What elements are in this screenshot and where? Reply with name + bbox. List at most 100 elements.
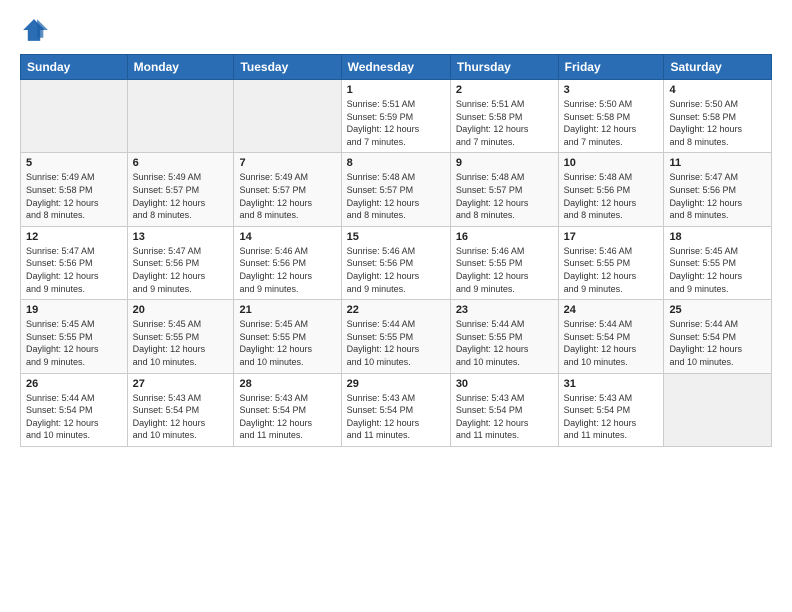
day-info: Sunrise: 5:49 AM Sunset: 5:58 PM Dayligh… [26, 171, 122, 221]
calendar-cell: 7 Sunrise: 5:49 AM Sunset: 5:57 PM Daylig… [234, 153, 341, 226]
calendar-cell: 18 Sunrise: 5:45 AM Sunset: 5:55 PM Dayli… [664, 226, 772, 299]
day-info: Sunrise: 5:50 AM Sunset: 5:58 PM Dayligh… [564, 98, 659, 148]
day-number: 14 [239, 231, 335, 243]
day-number: 20 [133, 304, 229, 316]
day-info: Sunrise: 5:51 AM Sunset: 5:58 PM Dayligh… [456, 98, 553, 148]
day-number: 17 [564, 231, 659, 243]
day-number: 25 [669, 304, 766, 316]
day-info: Sunrise: 5:44 AM Sunset: 5:54 PM Dayligh… [26, 392, 122, 442]
calendar-weekday-sunday: Sunday [21, 55, 128, 80]
day-number: 28 [239, 378, 335, 390]
calendar-week-row: 12 Sunrise: 5:47 AM Sunset: 5:56 PM Dayli… [21, 226, 772, 299]
day-info: Sunrise: 5:48 AM Sunset: 5:56 PM Dayligh… [564, 171, 659, 221]
calendar-header-row: SundayMondayTuesdayWednesdayThursdayFrid… [21, 55, 772, 80]
day-info: Sunrise: 5:46 AM Sunset: 5:56 PM Dayligh… [347, 245, 445, 295]
day-info: Sunrise: 5:43 AM Sunset: 5:54 PM Dayligh… [564, 392, 659, 442]
calendar-cell: 8Sunrise: 5:48 AM Sunset: 5:57 PM Daylig… [341, 153, 450, 226]
calendar-cell: 21 Sunrise: 5:45 AM Sunset: 5:55 PM Dayli… [234, 300, 341, 373]
calendar-cell: 10 Sunrise: 5:48 AM Sunset: 5:56 PM Dayli… [558, 153, 664, 226]
day-info: Sunrise: 5:45 AM Sunset: 5:55 PM Dayligh… [669, 245, 766, 295]
calendar-cell: 29Sunrise: 5:43 AM Sunset: 5:54 PM Dayli… [341, 373, 450, 446]
day-info: Sunrise: 5:43 AM Sunset: 5:54 PM Dayligh… [456, 392, 553, 442]
day-info: Sunrise: 5:46 AM Sunset: 5:56 PM Dayligh… [239, 245, 335, 295]
calendar-cell: 31 Sunrise: 5:43 AM Sunset: 5:54 PM Dayli… [558, 373, 664, 446]
day-info: Sunrise: 5:45 AM Sunset: 5:55 PM Dayligh… [239, 318, 335, 368]
day-number: 10 [564, 157, 659, 169]
day-info: Sunrise: 5:43 AM Sunset: 5:54 PM Dayligh… [347, 392, 445, 442]
calendar-week-row: 5 Sunrise: 5:49 AM Sunset: 5:58 PM Daylig… [21, 153, 772, 226]
day-number: 27 [133, 378, 229, 390]
calendar-cell: 13 Sunrise: 5:47 AM Sunset: 5:56 PM Dayli… [127, 226, 234, 299]
calendar-cell: 4Sunrise: 5:50 AM Sunset: 5:58 PM Daylig… [664, 80, 772, 153]
calendar-weekday-saturday: Saturday [664, 55, 772, 80]
day-info: Sunrise: 5:46 AM Sunset: 5:55 PM Dayligh… [456, 245, 553, 295]
day-number: 6 [133, 157, 229, 169]
day-number: 31 [564, 378, 659, 390]
day-info: Sunrise: 5:47 AM Sunset: 5:56 PM Dayligh… [669, 171, 766, 221]
day-number: 26 [26, 378, 122, 390]
day-info: Sunrise: 5:44 AM Sunset: 5:55 PM Dayligh… [456, 318, 553, 368]
day-number: 15 [347, 231, 445, 243]
calendar-weekday-friday: Friday [558, 55, 664, 80]
day-number: 23 [456, 304, 553, 316]
day-info: Sunrise: 5:44 AM Sunset: 5:54 PM Dayligh… [564, 318, 659, 368]
day-info: Sunrise: 5:47 AM Sunset: 5:56 PM Dayligh… [26, 245, 122, 295]
day-info: Sunrise: 5:49 AM Sunset: 5:57 PM Dayligh… [133, 171, 229, 221]
day-info: Sunrise: 5:44 AM Sunset: 5:54 PM Dayligh… [669, 318, 766, 368]
day-number: 18 [669, 231, 766, 243]
calendar-cell: 11 Sunrise: 5:47 AM Sunset: 5:56 PM Dayli… [664, 153, 772, 226]
calendar-cell: 27 Sunrise: 5:43 AM Sunset: 5:54 PM Dayli… [127, 373, 234, 446]
day-number: 3 [564, 84, 659, 96]
calendar-week-row: 26 Sunrise: 5:44 AM Sunset: 5:54 PM Dayli… [21, 373, 772, 446]
day-info: Sunrise: 5:49 AM Sunset: 5:57 PM Dayligh… [239, 171, 335, 221]
day-number: 21 [239, 304, 335, 316]
day-info: Sunrise: 5:51 AM Sunset: 5:59 PM Dayligh… [347, 98, 445, 148]
calendar-cell: 23 Sunrise: 5:44 AM Sunset: 5:55 PM Dayli… [450, 300, 558, 373]
page: SundayMondayTuesdayWednesdayThursdayFrid… [0, 0, 792, 612]
calendar-cell: 20 Sunrise: 5:45 AM Sunset: 5:55 PM Dayli… [127, 300, 234, 373]
calendar-cell: 2 Sunrise: 5:51 AM Sunset: 5:58 PM Daylig… [450, 80, 558, 153]
calendar-cell: 12 Sunrise: 5:47 AM Sunset: 5:56 PM Dayli… [21, 226, 128, 299]
calendar-cell: 14 Sunrise: 5:46 AM Sunset: 5:56 PM Dayli… [234, 226, 341, 299]
calendar-cell: 17Sunrise: 5:46 AM Sunset: 5:55 PM Dayli… [558, 226, 664, 299]
calendar-week-row: 19Sunrise: 5:45 AM Sunset: 5:55 PM Dayli… [21, 300, 772, 373]
day-number: 12 [26, 231, 122, 243]
day-number: 2 [456, 84, 553, 96]
calendar-weekday-monday: Monday [127, 55, 234, 80]
day-number: 16 [456, 231, 553, 243]
day-number: 1 [347, 84, 445, 96]
day-number: 8 [347, 157, 445, 169]
day-info: Sunrise: 5:44 AM Sunset: 5:55 PM Dayligh… [347, 318, 445, 368]
day-info: Sunrise: 5:43 AM Sunset: 5:54 PM Dayligh… [239, 392, 335, 442]
calendar-cell: 6 Sunrise: 5:49 AM Sunset: 5:57 PM Daylig… [127, 153, 234, 226]
calendar-weekday-tuesday: Tuesday [234, 55, 341, 80]
day-number: 5 [26, 157, 122, 169]
calendar-cell: 16 Sunrise: 5:46 AM Sunset: 5:55 PM Dayli… [450, 226, 558, 299]
calendar-cell [21, 80, 128, 153]
header [20, 16, 772, 44]
calendar-table: SundayMondayTuesdayWednesdayThursdayFrid… [20, 54, 772, 447]
calendar-week-row: 1 Sunrise: 5:51 AM Sunset: 5:59 PM Daylig… [21, 80, 772, 153]
day-info: Sunrise: 5:47 AM Sunset: 5:56 PM Dayligh… [133, 245, 229, 295]
day-number: 4 [669, 84, 766, 96]
day-number: 7 [239, 157, 335, 169]
day-number: 24 [564, 304, 659, 316]
calendar-cell: 25 Sunrise: 5:44 AM Sunset: 5:54 PM Dayli… [664, 300, 772, 373]
calendar-cell: 1 Sunrise: 5:51 AM Sunset: 5:59 PM Daylig… [341, 80, 450, 153]
calendar-cell [234, 80, 341, 153]
logo-icon [20, 16, 48, 44]
calendar-cell: 9Sunrise: 5:48 AM Sunset: 5:57 PM Daylig… [450, 153, 558, 226]
calendar-cell: 22 Sunrise: 5:44 AM Sunset: 5:55 PM Dayli… [341, 300, 450, 373]
calendar-cell: 28 Sunrise: 5:43 AM Sunset: 5:54 PM Dayli… [234, 373, 341, 446]
day-info: Sunrise: 5:45 AM Sunset: 5:55 PM Dayligh… [133, 318, 229, 368]
day-info: Sunrise: 5:48 AM Sunset: 5:57 PM Dayligh… [456, 171, 553, 221]
day-number: 22 [347, 304, 445, 316]
calendar-cell: 30Sunrise: 5:43 AM Sunset: 5:54 PM Dayli… [450, 373, 558, 446]
logo [20, 16, 52, 44]
day-info: Sunrise: 5:43 AM Sunset: 5:54 PM Dayligh… [133, 392, 229, 442]
day-number: 13 [133, 231, 229, 243]
day-number: 11 [669, 157, 766, 169]
calendar-cell [127, 80, 234, 153]
calendar-cell: 19Sunrise: 5:45 AM Sunset: 5:55 PM Dayli… [21, 300, 128, 373]
day-info: Sunrise: 5:45 AM Sunset: 5:55 PM Dayligh… [26, 318, 122, 368]
